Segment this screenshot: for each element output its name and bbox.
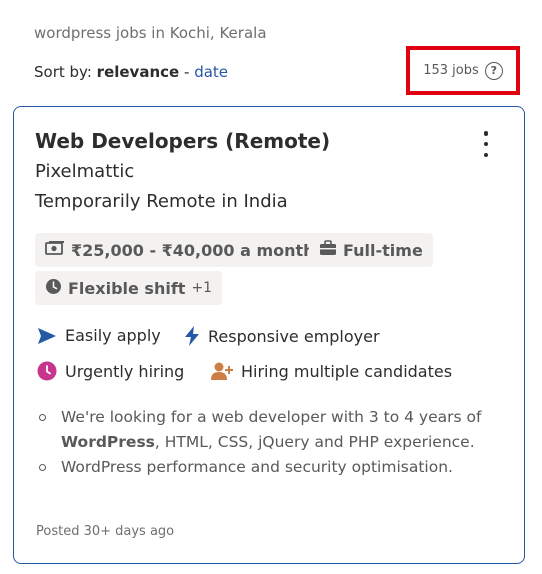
briefcase-icon bbox=[319, 240, 337, 260]
salary-label: ₹25,000 - ₹40,000 a month bbox=[71, 240, 315, 260]
job-count-badge: 153 jobs ? bbox=[406, 46, 520, 95]
job-type-label: Full-time bbox=[343, 240, 423, 260]
money-icon bbox=[45, 240, 65, 260]
shift-label: Flexible shift bbox=[68, 278, 186, 298]
salary-chip: ₹25,000 - ₹40,000 a month bbox=[35, 233, 325, 267]
clock-icon bbox=[45, 278, 62, 299]
easily-apply-label: Easily apply bbox=[65, 326, 161, 345]
job-card[interactable]: Web Developers (Remote) Pixelmattic Temp… bbox=[13, 106, 525, 564]
alarm-clock-icon bbox=[37, 361, 57, 381]
sort-option-relevance[interactable]: relevance bbox=[97, 63, 180, 81]
sort-label: Sort by: bbox=[34, 63, 92, 81]
job-count-text: 153 jobs bbox=[423, 63, 479, 78]
sort-bar: Sort by: relevance - date bbox=[34, 63, 228, 81]
sort-separator: - bbox=[183, 63, 190, 81]
responsive-employer-feature: Responsive employer bbox=[184, 326, 380, 346]
shift-extra-count: +1 bbox=[191, 280, 213, 296]
job-type-chip: Full-time bbox=[309, 233, 433, 267]
snippet-item: WordPress performance and security optim… bbox=[35, 455, 505, 480]
urgently-hiring-feature: Urgently hiring bbox=[37, 361, 184, 381]
responsive-employer-label: Responsive employer bbox=[208, 326, 380, 346]
more-options-icon[interactable] bbox=[476, 131, 496, 157]
posted-date: Posted 30+ days ago bbox=[36, 524, 175, 539]
easily-apply-feature: Easily apply bbox=[37, 326, 161, 345]
add-person-icon bbox=[211, 361, 233, 381]
urgently-hiring-label: Urgently hiring bbox=[65, 361, 185, 381]
hiring-multiple-label: Hiring multiple candidates bbox=[241, 361, 453, 381]
lightning-icon bbox=[184, 326, 200, 346]
sort-option-date[interactable]: date bbox=[194, 63, 228, 81]
search-query-text: wordpress jobs in Kochi, Kerala bbox=[34, 24, 267, 42]
send-icon bbox=[37, 327, 57, 345]
company-name: Pixelmattic bbox=[35, 161, 135, 182]
snippet-item: We're looking for a web developer with 3… bbox=[35, 405, 505, 455]
job-location: Temporarily Remote in India bbox=[35, 191, 288, 212]
question-icon[interactable]: ? bbox=[484, 61, 503, 80]
job-snippet: We're looking for a web developer with 3… bbox=[35, 405, 505, 480]
job-title[interactable]: Web Developers (Remote) bbox=[35, 129, 330, 153]
hiring-multiple-feature: Hiring multiple candidates bbox=[211, 361, 452, 381]
shift-chip: Flexible shift +1 bbox=[35, 271, 223, 305]
